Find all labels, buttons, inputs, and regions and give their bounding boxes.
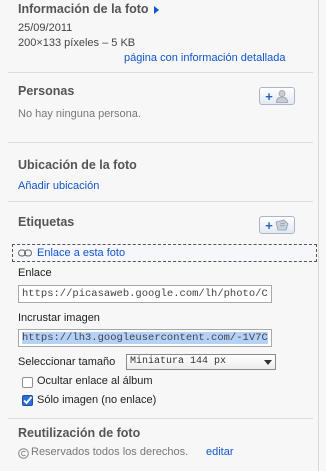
plus-icon: + <box>265 88 273 104</box>
rights-text: Reservados todos los derechos. <box>31 446 189 458</box>
photo-info-panel: Información de la foto 25/09/2011 200×13… <box>0 0 319 471</box>
checkmark-icon <box>23 396 33 405</box>
location-title: Ubicación de la foto <box>18 158 137 172</box>
size-select[interactable]: Miniatura 144 px <box>126 354 276 370</box>
embed-code-field[interactable]: https://lh3.googleusercontent.com/-1V7C <box>18 329 272 347</box>
expand-arrow-icon[interactable] <box>153 5 159 14</box>
plus-icon: + <box>265 217 273 233</box>
divider <box>8 418 313 419</box>
photo-date: 25/09/2011 <box>18 22 73 34</box>
size-label: Seleccionar tamaño <box>18 356 116 368</box>
reuse-title: Reutilización de foto <box>18 426 141 440</box>
embed-code-value: https://lh3.googleusercontent.com/-1V7C <box>22 332 268 344</box>
add-location-link[interactable]: Añadir ubicación <box>18 180 99 192</box>
link-url-value: https://picasaweb.google.com/lh/photo/C <box>22 288 268 300</box>
embed-label: Incrustar imagen <box>18 312 100 324</box>
image-only-label: Sólo imagen (no enlace) <box>37 394 157 406</box>
dropdown-arrow-icon <box>262 356 274 368</box>
people-title: Personas <box>18 84 75 98</box>
image-only-checkbox[interactable] <box>22 395 33 406</box>
chain-link-icon <box>18 249 32 257</box>
copyright-icon <box>18 448 29 459</box>
divider <box>8 142 313 143</box>
tags-title: Etiquetas <box>18 215 75 229</box>
details-page-link[interactable]: página con información detallada <box>124 52 285 64</box>
people-empty-text: No hay ninguna persona. <box>18 108 141 120</box>
link-url-field[interactable]: https://picasaweb.google.com/lh/photo/C <box>18 285 272 303</box>
add-person-button[interactable]: + <box>259 87 295 105</box>
divider <box>8 72 313 73</box>
photo-info-title: Información de la foto <box>18 2 149 16</box>
photo-dimensions: 200×133 píxeles – 5 KB <box>18 37 136 49</box>
hide-album-link-checkbox[interactable] <box>22 377 33 388</box>
hide-album-link-label: Ocultar enlace al álbum <box>37 375 153 387</box>
person-icon <box>275 90 288 103</box>
link-label: Enlace <box>18 267 52 279</box>
divider <box>8 201 313 202</box>
photo-info-header[interactable]: Información de la foto <box>18 2 159 16</box>
link-to-photo-link[interactable]: Enlace a esta foto <box>37 247 125 259</box>
tag-icon <box>275 219 289 231</box>
add-tag-button[interactable]: + <box>259 216 295 234</box>
size-select-value: Miniatura 144 px <box>130 356 227 367</box>
edit-rights-link[interactable]: editar <box>206 446 234 458</box>
